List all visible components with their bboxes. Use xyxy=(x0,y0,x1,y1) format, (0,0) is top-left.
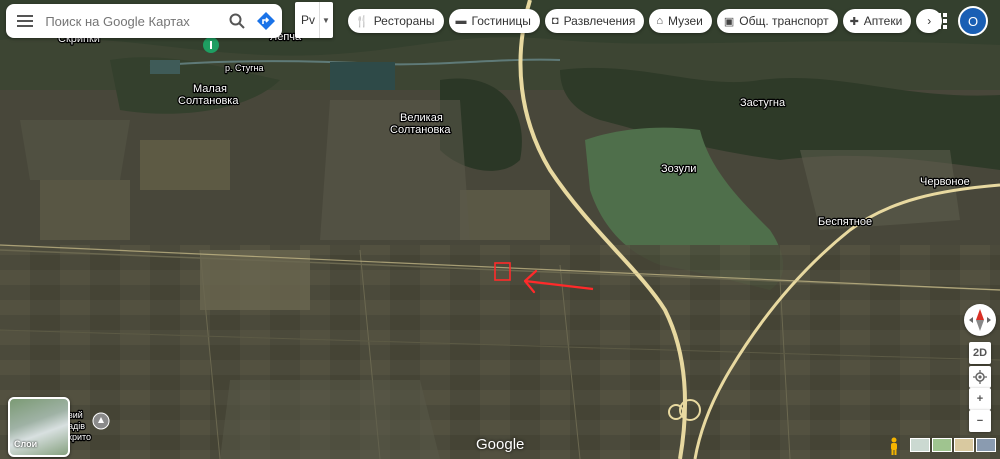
search-icon[interactable] xyxy=(223,4,250,38)
tilt-2d-button[interactable]: 2D xyxy=(969,342,991,364)
chip-hotels[interactable]: ▬ Гостиницы xyxy=(448,9,540,33)
label-velikaya-1: Великая xyxy=(400,112,443,124)
avatar[interactable]: О xyxy=(958,6,988,36)
category-chips: 🍴 Рестораны ▬ Гостиницы ◘ Развлечения ⌂ Музе… xyxy=(348,9,943,35)
place-pin-icon[interactable] xyxy=(92,412,110,430)
google-logo: Google xyxy=(476,436,525,453)
chip-restaurants[interactable]: 🍴 Рестораны xyxy=(348,9,444,33)
camera-icon: ◘ xyxy=(551,15,559,27)
imagery-thumb[interactable] xyxy=(932,438,952,452)
imagery-thumb[interactable] xyxy=(910,438,930,452)
imagery-thumb[interactable] xyxy=(954,438,974,452)
chevron-down-icon[interactable]: ▼ xyxy=(319,2,332,38)
imagery-thumb[interactable] xyxy=(976,438,996,452)
chip-museums[interactable]: ⌂ Музеи xyxy=(649,9,712,33)
zoom-out-button[interactable]: − xyxy=(969,410,991,432)
directions-icon[interactable] xyxy=(250,4,282,38)
input-tools-button[interactable]: Рv ▼ xyxy=(295,2,333,38)
label-chervonoe: Червоное xyxy=(920,176,970,188)
fork-knife-icon: 🍴 xyxy=(355,15,369,28)
chip-transit[interactable]: ▣ Общ. транспорт xyxy=(716,9,838,33)
label-bottom-left-3: крито xyxy=(68,432,91,442)
label-bottom-left-1: вий xyxy=(68,410,83,420)
place-pin-icon[interactable] xyxy=(203,37,219,53)
museum-icon: ⌂ xyxy=(656,15,663,27)
layers-button[interactable]: Слои xyxy=(8,397,70,457)
menu-icon[interactable] xyxy=(6,4,43,38)
label-bespyatnoe: Беспятное xyxy=(818,216,872,228)
chip-pharmacies[interactable]: ✚ Аптеки xyxy=(842,9,912,33)
chip-entertainment[interactable]: ◘ Развлечения xyxy=(544,9,645,33)
search-box[interactable] xyxy=(6,4,282,38)
imagery-thumbnails[interactable] xyxy=(910,438,996,452)
label-velikaya-2: Солтановка xyxy=(390,124,451,136)
label-bottom-left-2: адів xyxy=(68,421,85,431)
label-zozuli: Зозули xyxy=(661,163,696,175)
layers-label: Слои xyxy=(14,439,38,449)
label-river: р. Стугна xyxy=(225,63,264,73)
bus-icon: ▣ xyxy=(723,15,735,28)
label-malaya-1: Малая xyxy=(193,83,227,95)
my-location-icon[interactable] xyxy=(969,366,991,388)
input-tools-label: Рv xyxy=(301,13,316,27)
label-malaya-2: Солтановка xyxy=(178,95,239,107)
pharmacy-icon: ✚ xyxy=(849,15,859,28)
label-zastugna: Застугна xyxy=(740,97,786,109)
zoom-in-button[interactable]: + xyxy=(969,388,991,410)
compass-icon[interactable] xyxy=(964,304,996,336)
apps-grid-icon[interactable] xyxy=(926,8,952,34)
bed-icon: ▬ xyxy=(455,15,467,27)
search-input[interactable] xyxy=(43,12,224,30)
pegman-icon[interactable] xyxy=(887,437,901,455)
satellite-map[interactable]: Скрипки Лепча р. Стугна Малая Солтановка… xyxy=(0,0,1000,459)
